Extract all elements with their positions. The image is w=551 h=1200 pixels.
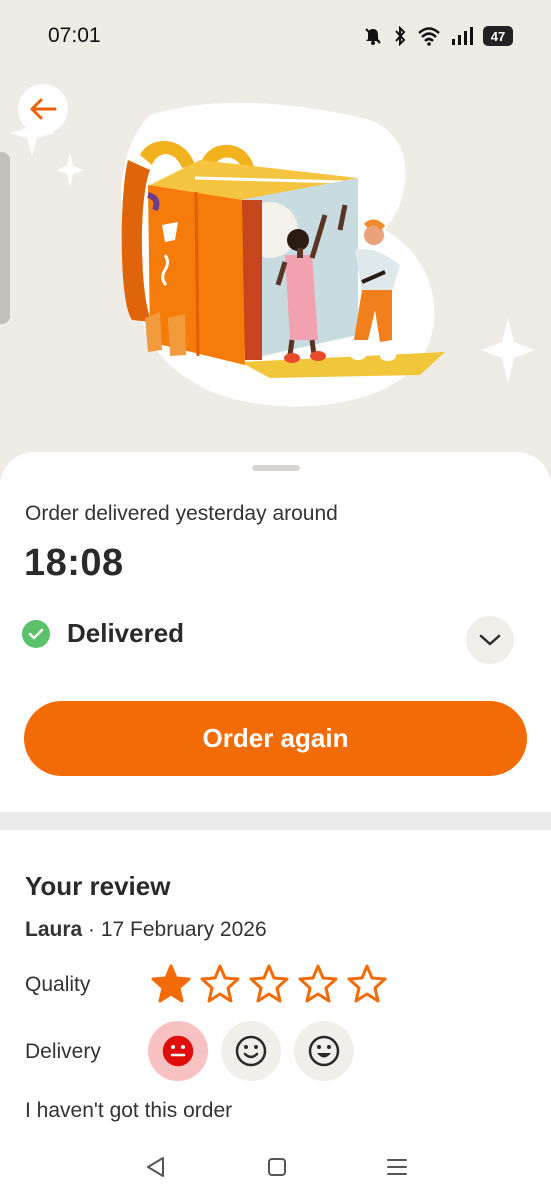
bluetooth-icon bbox=[395, 26, 406, 46]
chevron-down-icon bbox=[479, 634, 501, 646]
delivery-option-neutral[interactable] bbox=[148, 1021, 208, 1081]
delivery-label: Delivery bbox=[25, 1040, 101, 1063]
signal-icon bbox=[452, 27, 473, 45]
recents-menu-icon bbox=[387, 1159, 407, 1175]
back-button[interactable] bbox=[18, 84, 68, 134]
star-outline-icon[interactable] bbox=[199, 963, 241, 1005]
star-outline-icon[interactable] bbox=[297, 963, 339, 1005]
status-bar: 07:01 47 bbox=[0, 0, 551, 70]
meta-separator: · bbox=[82, 918, 101, 941]
review-title: Your review bbox=[25, 871, 171, 901]
section-divider bbox=[0, 812, 551, 830]
home-square-icon bbox=[268, 1158, 286, 1176]
order-status-row: Delivered bbox=[22, 618, 184, 649]
neutral-face-icon bbox=[162, 1035, 194, 1067]
check-circle-icon bbox=[22, 619, 50, 648]
star-filled-icon[interactable] bbox=[150, 963, 192, 1005]
delivery-option-smile[interactable] bbox=[221, 1021, 281, 1081]
nav-recents-button[interactable] bbox=[382, 1152, 412, 1182]
status-time: 07:01 bbox=[48, 24, 101, 47]
star-outline-icon[interactable] bbox=[248, 963, 290, 1005]
order-status-label: Delivered bbox=[67, 618, 185, 648]
review-date: 17 February 2026 bbox=[100, 918, 267, 941]
arrow-left-icon bbox=[30, 98, 57, 120]
battery-icon: 47 bbox=[483, 26, 513, 46]
grin-face-icon bbox=[308, 1035, 340, 1067]
status-icons: 47 bbox=[363, 24, 513, 48]
review-meta: Laura · 17 February 2026 bbox=[25, 918, 267, 942]
edge-handle[interactable] bbox=[0, 152, 10, 324]
quality-label: Quality bbox=[25, 973, 91, 996]
sheet-drag-handle[interactable] bbox=[252, 465, 300, 471]
back-triangle-icon bbox=[147, 1157, 164, 1177]
order-again-button[interactable]: Order again bbox=[24, 701, 527, 776]
reviewer-name: Laura bbox=[25, 918, 83, 941]
star-outline-icon[interactable] bbox=[346, 963, 388, 1005]
smile-face-icon bbox=[235, 1035, 267, 1067]
nav-home-button[interactable] bbox=[262, 1152, 292, 1182]
bell-off-icon bbox=[365, 28, 381, 45]
delivery-rating bbox=[148, 1021, 354, 1081]
delivered-caption: Order delivered yesterday around bbox=[25, 502, 338, 525]
wifi-icon bbox=[418, 27, 440, 46]
delivery-option-grin[interactable] bbox=[294, 1021, 354, 1081]
nav-back-button[interactable] bbox=[141, 1152, 171, 1182]
expand-status-button[interactable] bbox=[466, 616, 514, 664]
not-received-link[interactable]: I haven't got this order bbox=[25, 1099, 232, 1123]
delivered-time: 18:08 bbox=[24, 542, 124, 584]
quality-rating bbox=[150, 963, 388, 1005]
